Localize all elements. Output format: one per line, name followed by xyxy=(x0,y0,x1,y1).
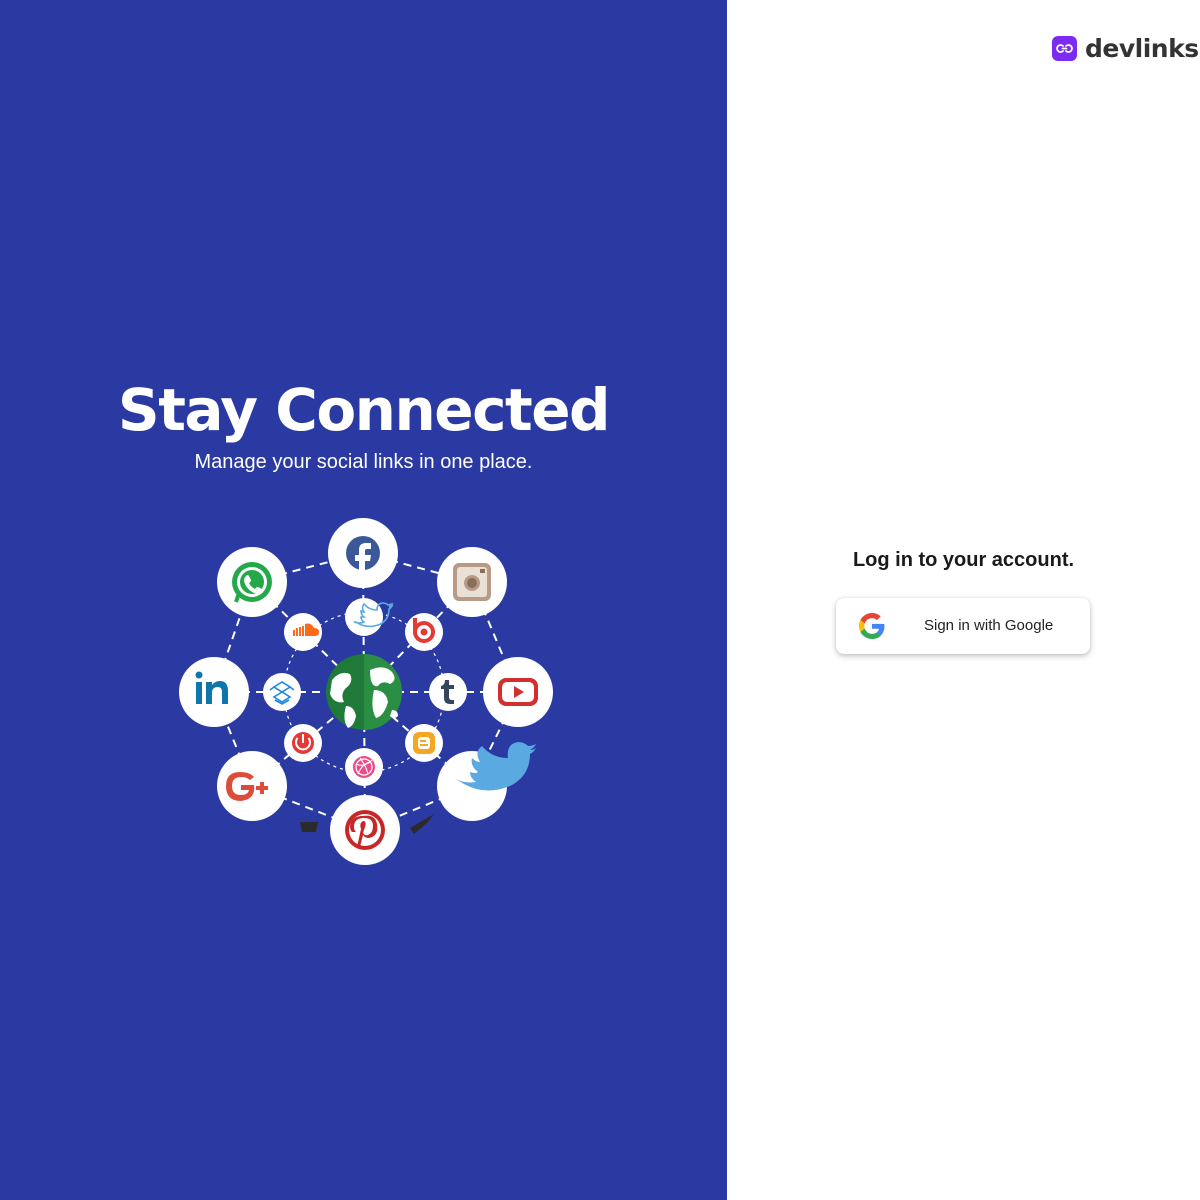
hero-title: Stay Connected xyxy=(117,376,611,444)
link-icon xyxy=(1052,36,1077,61)
google-icon xyxy=(859,613,885,639)
pinterest-icon xyxy=(345,810,385,850)
google-signin-label: Sign in with Google xyxy=(924,617,1054,634)
brand-logo[interactable]: devlinks xyxy=(1052,34,1199,63)
login-heading: Log in to your account. xyxy=(852,549,1075,571)
social-network-illustration xyxy=(179,518,553,865)
whatsapp-icon xyxy=(232,562,272,603)
google-signin-button[interactable]: Sign in with Google xyxy=(836,598,1090,654)
brand-name: devlinks xyxy=(1085,34,1199,63)
instagram-icon xyxy=(453,563,491,601)
globe-icon xyxy=(326,654,402,730)
youtube-icon xyxy=(498,678,538,706)
hero-subtitle: Manage your social links in one place. xyxy=(194,451,533,473)
dribbble-icon xyxy=(353,756,375,778)
blogger-icon xyxy=(413,732,435,754)
hero-panel: Stay Connected Manage your social links … xyxy=(0,0,727,1200)
power-icon xyxy=(292,732,314,754)
